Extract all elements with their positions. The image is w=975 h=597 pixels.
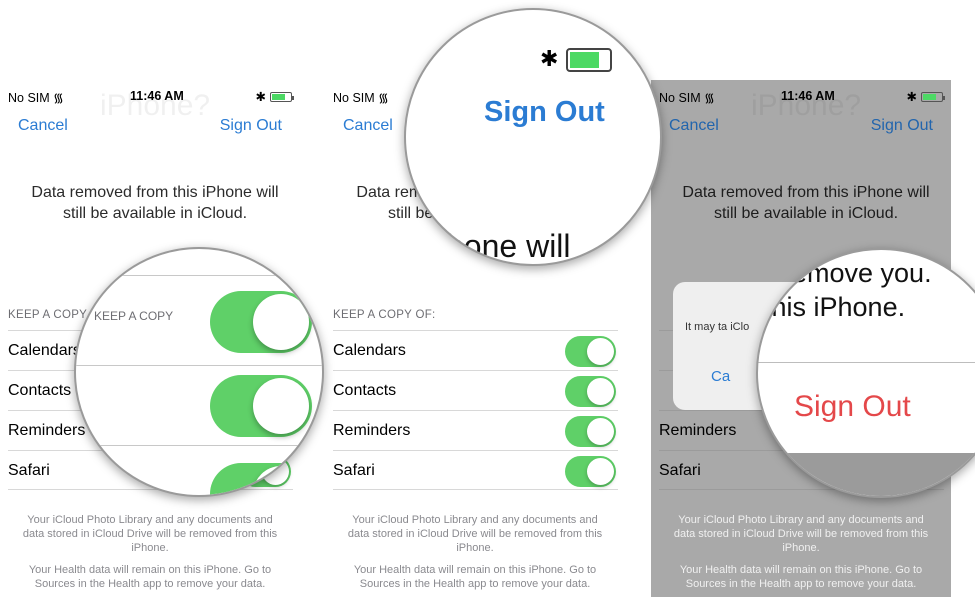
zoom-lens-confirm: remove you. this iPhone. Sign Out (756, 248, 975, 498)
cancel-button[interactable]: Cancel (669, 117, 719, 135)
footer-health-note: Your Health data will remain on this iPh… (679, 564, 923, 590)
keep-copy-list: Calendars Contacts Reminders Safari (333, 330, 618, 490)
toggle-calendars[interactable] (565, 336, 616, 367)
section-header: KEEP A COPY OF: (333, 309, 436, 321)
wifi-icon: ᯾ (378, 91, 389, 105)
zoom-lens-sign-out: ✱ Sign Out hone will (404, 8, 662, 266)
list-item: Contacts (333, 370, 618, 410)
zoom-lens-toggles: KEEP A COPY (74, 247, 324, 497)
footer-photo-note: Your iCloud Photo Library and any docume… (347, 514, 603, 554)
alert-cancel-button[interactable]: Ca (673, 368, 730, 385)
zoom-sign-out-button[interactable]: Sign Out (484, 96, 605, 129)
zoom-toggle-calendars[interactable] (210, 291, 312, 353)
toggle-reminders[interactable] (565, 416, 616, 447)
description-text: Data removed from this iPhone will still… (31, 184, 279, 222)
zoom-confirm-sign-out-button[interactable]: Sign Out (794, 390, 911, 424)
bluetooth-icon: ✱ (540, 46, 559, 71)
zoom-section-header: KEEP A COPY (94, 309, 174, 323)
status-time: 11:46 AM (130, 89, 184, 103)
carrier-label: No SIM ᯾ (333, 91, 389, 105)
zoom-divider (758, 362, 975, 363)
description-text: Data removed from this iPhone will still… (682, 184, 930, 222)
sign-out-button[interactable]: Sign Out (871, 117, 933, 135)
status-time: 11:46 AM (781, 89, 835, 103)
bluetooth-icon: ✱ (906, 90, 917, 104)
wifi-icon: ᯾ (704, 91, 715, 105)
status-bar: No SIM ᯾ iPhone? 11:46 AM ✱ (659, 89, 945, 122)
footer-photo-note: Your iCloud Photo Library and any docume… (22, 514, 278, 554)
carrier-label: No SIM ᯾ (8, 91, 64, 105)
status-bar: No SIM ᯾ iPhone? 11:46 AM ✱ (8, 89, 294, 122)
zoom-alert-line2: this iPhone. (764, 292, 906, 322)
battery-icon (921, 91, 945, 102)
list-item: Reminders (333, 410, 618, 450)
toggle-contacts[interactable] (565, 376, 616, 407)
sign-out-button[interactable]: Sign Out (220, 117, 282, 135)
battery-icon (566, 48, 612, 72)
list-item: Safari (333, 450, 618, 490)
cancel-button[interactable]: Cancel (343, 117, 393, 135)
zoom-dim-area (758, 453, 975, 496)
nav-bar: Cancel Sign Out (8, 117, 292, 141)
footer-photo-note: Your iCloud Photo Library and any docume… (673, 514, 929, 554)
wifi-icon: ᯾ (53, 91, 64, 105)
zoom-alert-line1: remove you. (783, 258, 932, 288)
zoom-partial-text: hone will (446, 228, 571, 264)
nav-bar: Cancel Sign Out (659, 117, 943, 141)
footer-health-note: Your Health data will remain on this iPh… (353, 564, 597, 590)
zoom-toggle-contacts[interactable] (210, 375, 312, 437)
zoom-divider (76, 445, 322, 446)
list-item: Calendars (333, 330, 618, 370)
footer-health-note: Your Health data will remain on this iPh… (28, 564, 272, 590)
zoom-divider (76, 275, 322, 276)
zoom-toggle-reminders[interactable] (210, 463, 312, 495)
cancel-button[interactable]: Cancel (18, 117, 68, 135)
toggle-safari[interactable] (565, 456, 616, 487)
zoom-divider (76, 365, 322, 366)
bluetooth-icon: ✱ (255, 90, 266, 104)
carrier-label: No SIM ᯾ (659, 91, 715, 105)
battery-icon (270, 91, 294, 102)
